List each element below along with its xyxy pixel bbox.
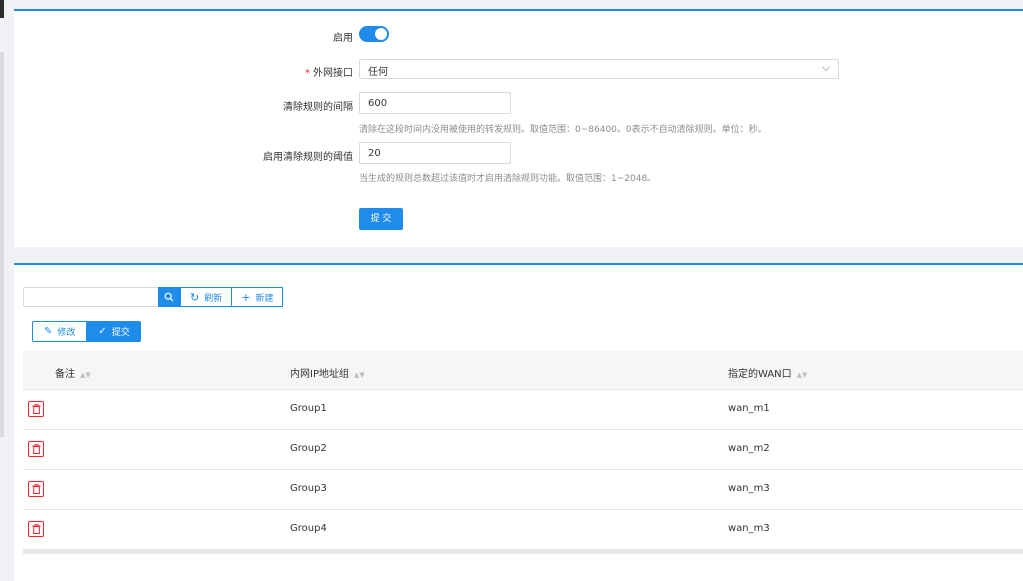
table-row: Group2 wan_m2: [23, 430, 1023, 470]
new-label: 新建: [255, 293, 274, 304]
clear-interval-label: 清除规则的间隔: [283, 102, 353, 113]
rules-table: 备注 ▲▼ 内网IP地址组 ▲▼ 指定的WAN口 ▲▼ Group1 wan_m1 G…: [23, 351, 1023, 554]
plus-icon: +: [241, 290, 251, 304]
table-footer-bar: [23, 550, 1023, 554]
trash-icon: [32, 484, 40, 494]
pencil-icon: ✎: [44, 326, 53, 337]
edit-button[interactable]: ✎ 修改: [32, 321, 88, 342]
column-header-wan[interactable]: 指定的WAN口 ▲▼: [728, 365, 807, 380]
chevron-down-icon: [821, 62, 831, 72]
table-row: Group3 wan_m3: [23, 470, 1023, 510]
new-button[interactable]: + 新建: [232, 287, 284, 307]
table-submit-label: 提交: [111, 328, 130, 338]
ip-group-cell: Group4: [290, 523, 327, 534]
edit-label: 修改: [57, 328, 76, 338]
enable-toggle[interactable]: [359, 26, 389, 42]
wan-cell: wan_m3: [728, 483, 770, 494]
search-input[interactable]: [23, 287, 158, 307]
sort-icon: ▲▼: [80, 371, 91, 379]
wan-select[interactable]: 任何: [359, 59, 839, 79]
column-header-label: 备注: [55, 369, 75, 380]
ip-group-cell: Group3: [290, 483, 327, 494]
table-row: Group4 wan_m3: [23, 510, 1023, 550]
ip-group-cell: Group1: [290, 403, 327, 414]
window-corner: [0, 0, 4, 18]
delete-button[interactable]: [28, 441, 44, 457]
column-header-label: 指定的WAN口: [728, 369, 792, 380]
check-icon: ✓: [98, 326, 107, 337]
wan-label: * 外网接口: [305, 64, 353, 79]
wan-label-text: 外网接口: [313, 68, 353, 79]
clear-interval-input[interactable]: [359, 92, 511, 114]
refresh-button[interactable]: ↻ 刷新: [180, 287, 233, 307]
wan-cell: wan_m3: [728, 523, 770, 534]
column-header-ip-group[interactable]: 内网IP地址组 ▲▼: [290, 365, 365, 380]
required-mark: *: [305, 68, 310, 79]
column-header-label: 内网IP地址组: [290, 369, 349, 380]
search-button[interactable]: [158, 287, 180, 307]
column-header-remark[interactable]: 备注 ▲▼: [55, 365, 91, 380]
enable-label: 启用: [333, 33, 353, 44]
clear-interval-hint: 清除在这段时间内没用被使用的转发规则。取值范围：0~86400。0表示不自动清除…: [359, 125, 767, 135]
threshold-input[interactable]: [359, 142, 511, 164]
trash-icon: [32, 404, 40, 414]
wan-select-value: 任何: [368, 67, 388, 78]
trash-icon: [32, 444, 40, 454]
threshold-label: 启用清除规则的阈值: [263, 152, 353, 163]
delete-button[interactable]: [28, 401, 44, 417]
search-toolbar: ↻ 刷新 + 新建: [23, 287, 284, 307]
scrollbar[interactable]: [0, 52, 4, 437]
search-icon: [164, 292, 174, 302]
table-submit-button[interactable]: ✓ 提交: [87, 321, 141, 342]
delete-button[interactable]: [28, 521, 44, 537]
refresh-icon: ↻: [190, 290, 200, 304]
trash-icon: [32, 524, 40, 534]
delete-button[interactable]: [28, 481, 44, 497]
sort-icon: ▲▼: [353, 371, 365, 379]
form-submit-button[interactable]: 提 交: [359, 208, 403, 230]
table-panel: ↻ 刷新 + 新建 ✎ 修改 ✓ 提交 备注 ▲▼ 内网IP地址组 ▲▼ 指定的WA…: [14, 263, 1023, 581]
refresh-label: 刷新: [204, 293, 223, 304]
wan-cell: wan_m1: [728, 403, 770, 414]
toggle-knob: [375, 28, 387, 40]
table-header: 备注 ▲▼ 内网IP地址组 ▲▼ 指定的WAN口 ▲▼: [23, 351, 1023, 390]
settings-form-panel: 启用 *外网接口 任何 清除规则的间隔 清除在这段时间内没用被使用的转发规则。取…: [14, 9, 1023, 247]
edit-toolbar: ✎ 修改 ✓ 提交: [32, 321, 141, 342]
threshold-hint: 当生成的规则总数超过该值时才启用清除规则功能。取值范围：1~2048。: [359, 174, 657, 184]
wan-cell: wan_m2: [728, 443, 770, 454]
ip-group-cell: Group2: [290, 443, 327, 454]
sort-icon: ▲▼: [796, 371, 808, 379]
table-row: Group1 wan_m1: [23, 390, 1023, 430]
